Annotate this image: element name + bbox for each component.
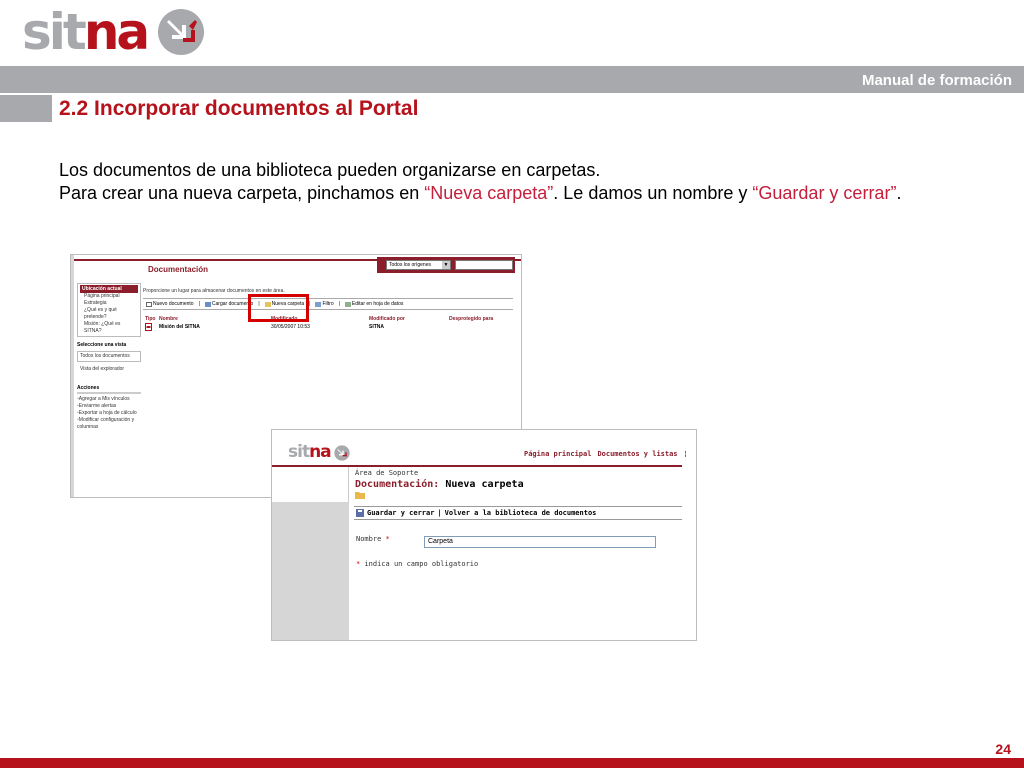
sitna-logo: sitna — [22, 6, 205, 58]
sitna-arrows-icon — [158, 9, 205, 55]
save-close-button[interactable]: Guardar y cerrar — [367, 509, 434, 517]
header-bar: Manual de formación — [0, 66, 1024, 93]
save-icon — [356, 509, 364, 517]
search-scope-select[interactable]: Todos los orígenes ▼ — [386, 260, 451, 270]
quote-nueva-carpeta: “Nueva carpeta” — [424, 183, 554, 203]
document-icon — [146, 301, 152, 307]
instruction-line-2: Para crear una nueva carpeta, pinchamos … — [59, 183, 902, 203]
nav-docs-link[interactable]: Documentos y listas — [597, 450, 677, 458]
action-export[interactable]: ▫Exportar a hoja de cálculo — [77, 410, 141, 417]
instruction-line-1: Los documentos de una biblioteca pueden … — [59, 160, 601, 180]
sidebar-item-what-is[interactable]: ¿Qué es y qué pretende? — [80, 307, 138, 321]
row-name-link[interactable]: Misión del SITNA — [159, 324, 200, 330]
actions-section-title: Acciones — [77, 385, 100, 391]
page-number: 24 — [995, 741, 1011, 757]
title-accent-block — [0, 95, 52, 122]
library-title: Documentación — [148, 265, 209, 274]
datasheet-icon — [344, 301, 351, 307]
sidebar-item-mission[interactable]: Misión: ¿Qué es SITNA? — [80, 321, 138, 335]
section-title: 2.2 Incorporar documentos al Portal — [59, 97, 419, 120]
datasheet-button[interactable]: Editar en hoja de datos — [344, 301, 403, 307]
col-type[interactable]: Tipo — [145, 316, 155, 322]
sitna-small-logo: sitna — [288, 444, 350, 461]
form-toolbar: Guardar y cerrar | Volver a la bibliotec… — [354, 506, 682, 520]
quote-guardar-cerrar: “Guardar y cerrar” — [752, 183, 897, 203]
sitna-arrows-icon — [333, 444, 350, 461]
action-modify[interactable]: ▫Modificar configuración y columnas — [77, 417, 141, 431]
logo-wordmark: sitna — [22, 3, 150, 61]
breadcrumb[interactable]: Área de Soporte — [355, 469, 418, 477]
library-toolbar: Nuevo documento | Cargar documento | Nue… — [143, 298, 513, 310]
new-document-button[interactable]: Nuevo documento — [146, 301, 194, 307]
required-note: * indica un campo obligatorio — [356, 560, 479, 568]
sidebar-item-strategy[interactable]: Estrategia — [80, 300, 138, 307]
manual-label: Manual de formación — [861, 72, 1012, 89]
sidebar-item-home[interactable]: Página principal — [80, 293, 138, 300]
view-section-title: Seleccione una vista — [77, 342, 127, 348]
back-to-library-link[interactable]: Volver a la biblioteca de documentos — [445, 509, 597, 517]
instruction-text: Los documentos de una biblioteca pueden … — [59, 159, 901, 205]
chevron-down-icon: ▼ — [442, 261, 450, 269]
view-all-documents[interactable]: Todos los documentos — [80, 353, 138, 360]
view-box: Todos los documentos — [77, 351, 141, 362]
page-title: Documentación: Nueva carpeta — [355, 479, 524, 490]
footer-bar — [0, 758, 1024, 768]
pdf-icon — [145, 323, 152, 333]
nav-home-link[interactable]: Página principal — [524, 450, 591, 458]
action-add-links[interactable]: ▫Agregar a Mis vínculos — [77, 396, 141, 403]
upload-document-button[interactable]: Cargar documento — [204, 301, 253, 307]
location-header: Ubicación actual — [80, 285, 138, 293]
new-folder-highlight — [248, 294, 309, 322]
upload-icon — [204, 301, 211, 307]
top-nav: Página principal Documentos y listas ¦ — [524, 450, 688, 458]
filter-button[interactable]: Filtro — [315, 301, 334, 307]
row-modified-by: SITNA — [369, 324, 384, 330]
view-explorer[interactable]: Vista del explorador — [77, 366, 141, 373]
col-modified-by[interactable]: Modificado por — [369, 316, 405, 322]
row-modified: 30/05/2007 10:53 — [271, 324, 310, 330]
new-folder-screenshot: sitna Página principal Documentos y list… — [271, 429, 697, 641]
col-name[interactable]: Nombre — [159, 316, 178, 322]
folder-icon — [355, 492, 365, 499]
search-input[interactable] — [455, 260, 513, 270]
col-checked-out[interactable]: Desprotegido para — [449, 316, 493, 322]
library-sidebar: Ubicación actual Página principal Estrat… — [77, 283, 141, 431]
action-alerts[interactable]: ▫Enviarme alertas — [77, 403, 141, 410]
location-box: Ubicación actual Página principal Estrat… — [77, 283, 141, 337]
search-box: Todos los orígenes ▼ — [377, 257, 515, 273]
filter-icon — [315, 301, 322, 307]
folder-name-input[interactable]: Carpeta — [424, 536, 656, 548]
name-label: Nombre * — [356, 535, 390, 543]
